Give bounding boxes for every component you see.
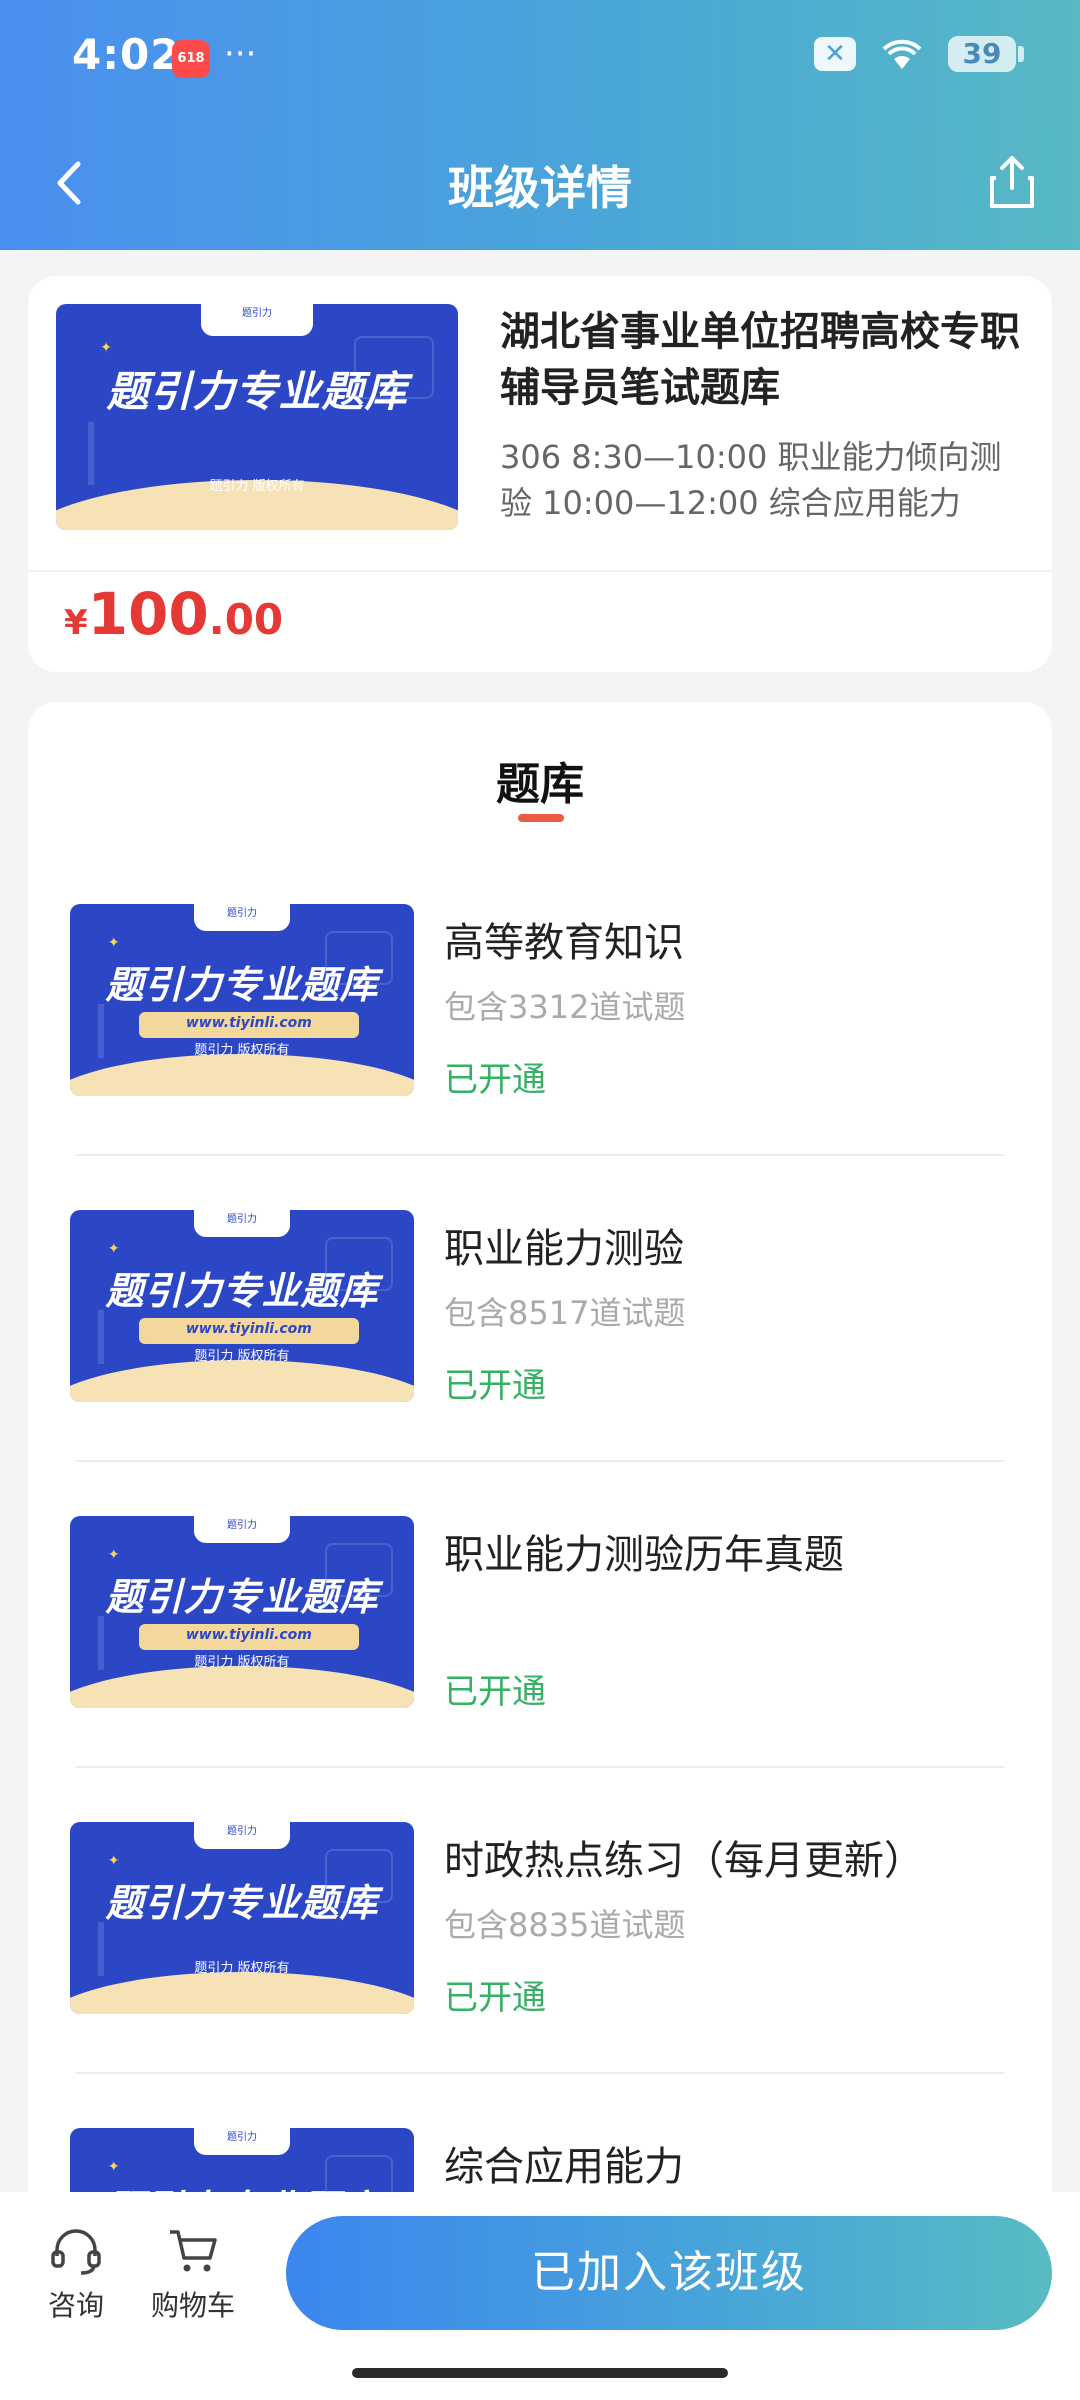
consult-label: 咨询 — [47, 2289, 104, 2322]
bank-thumbnail: 题引力 ✦ 题引力专业题库 www.tiyinli.com 题引力 版权所有 — [70, 1210, 414, 1402]
page-title: 班级详情 — [448, 161, 632, 215]
thumb-banner: 题引力专业题库 — [105, 962, 379, 1007]
header: 4:02 618 ··· ✕ 39 班级详情 — [0, 0, 1080, 250]
tab-question-bank[interactable]: 题库 — [28, 748, 1052, 812]
consult-button[interactable]: 咨询 — [40, 2226, 112, 2324]
list-item[interactable]: 题引力 ✦ 题引力专业题库 www.tiyinli.com 题引力 版权所有 职… — [28, 1210, 1052, 1516]
list-item[interactable]: 题引力 ✦ 题引力专业题库 www.tiyinli.com 题引力 版权所有 职… — [28, 1516, 1052, 1822]
status-icons: ✕ 39 — [814, 36, 1024, 72]
navbar: 班级详情 — [0, 120, 1080, 250]
question-bank-section: 题库 题引力 ✦ 题引力专业题库 www.tiyinli.com 题引力 版权所… — [28, 702, 1052, 2222]
bank-item-name: 职业能力测验 — [444, 1226, 684, 1272]
divider — [28, 570, 1052, 572]
cart-button[interactable]: 购物车 — [148, 2226, 238, 2324]
bank-item-count: 包含8517道试题 — [444, 1294, 686, 1332]
thumb-copyright: 题引力 版权所有 — [194, 1960, 290, 1976]
thumb-banner: 题引力专业题库 — [105, 1880, 379, 1925]
shopping-cart-icon — [170, 2230, 217, 2272]
thumb-banner: 题引力专业题库 — [106, 367, 408, 417]
price-decimal: .00 — [208, 595, 284, 644]
share-icon — [990, 156, 1034, 208]
thumb-banner: 题引力专业题库 — [105, 1268, 379, 1313]
thumb-copyright: 题引力 版权所有 — [194, 1348, 290, 1364]
price-integer: 100 — [87, 580, 209, 648]
course-price: ¥100.00 — [64, 580, 283, 648]
star-icon: ✦ — [107, 1546, 120, 1563]
bank-thumbnail: 题引力 ✦ 题引力专业题库 www.tiyinli.com 题引力 版权所有 — [70, 904, 414, 1096]
bank-thumbnail: 题引力 ✦ 题引力专业题库 www.tiyinli.com 题引力 版权所有 — [70, 1516, 414, 1708]
headset-icon — [51, 2229, 101, 2275]
course-card: 题引力 ✦ 题引力专业题库 题引力 版权所有 湖北省事业单位招聘高校专职辅导员笔… — [28, 276, 1052, 672]
battery-icon: 39 — [948, 36, 1024, 72]
divider — [76, 1154, 1004, 1156]
thumb-brand-tab: 题引力 — [200, 304, 314, 336]
star-icon: ✦ — [107, 934, 120, 951]
list-item[interactable]: 题引力 ✦ 题引力专业题库 题引力 版权所有 时政热点练习（每月更新） 包含88… — [28, 1822, 1052, 2128]
thumb-copyright: 题引力 版权所有 — [209, 478, 305, 494]
bank-item-count: 包含3312道试题 — [444, 988, 686, 1026]
price-currency: ¥ — [64, 603, 88, 643]
thumb-url: www.tiyinli.com — [138, 1317, 359, 1345]
bank-item-status: 已开通 — [444, 1366, 546, 1406]
thumb-brand-tab: 题引力 — [193, 1822, 291, 1849]
tab-underline — [518, 814, 564, 822]
app-badge-icon: 618 — [172, 40, 210, 78]
home-indicator[interactable] — [352, 2368, 728, 2378]
bank-item-status: 已开通 — [444, 1978, 546, 2018]
bank-item-name: 综合应用能力 — [444, 2144, 684, 2190]
divider — [76, 1766, 1004, 1768]
star-icon: ✦ — [107, 1852, 120, 1869]
thumb-copyright: 题引力 版权所有 — [194, 1042, 290, 1058]
close-notification-icon: ✕ — [814, 37, 856, 71]
thumb-brand-tab: 题引力 — [193, 2128, 291, 2155]
share-button[interactable] — [984, 152, 1040, 212]
bank-thumbnail: 题引力 ✦ 题引力专业题库 题引力 版权所有 — [70, 1822, 414, 2014]
course-thumbnail: 题引力 ✦ 题引力专业题库 题引力 版权所有 — [56, 304, 458, 530]
thumb-brand-tab: 题引力 — [193, 1210, 291, 1237]
divider — [76, 2072, 1004, 2074]
bank-item-name: 时政热点练习（每月更新） — [444, 1838, 924, 1884]
bank-item-count: 包含8835道试题 — [444, 1906, 686, 1944]
bank-item-status: 已开通 — [444, 1060, 546, 1100]
more-notifications-icon: ··· — [224, 34, 257, 74]
cart-label: 购物车 — [150, 2289, 235, 2322]
status-time: 4:02 — [72, 30, 181, 79]
thumb-url: www.tiyinli.com — [138, 1011, 359, 1039]
wifi-icon — [878, 37, 926, 71]
thumb-copyright: 题引力 版权所有 — [194, 1654, 290, 1670]
bank-item-name: 高等教育知识 — [444, 920, 684, 966]
joined-class-button[interactable]: 已加入该班级 — [286, 2216, 1052, 2330]
course-title: 湖北省事业单位招聘高校专职辅导员笔试题库 — [500, 309, 1020, 411]
star-icon: ✦ — [107, 1240, 120, 1257]
list-item[interactable]: 题引力 ✦ 题引力专业题库 www.tiyinli.com 题引力 版权所有 高… — [28, 904, 1052, 1210]
course-description: 306 8:30—10:00 职业能力倾向测验 10:00—12:00 综合应用… — [500, 438, 1002, 522]
thumb-brand-tab: 题引力 — [193, 904, 291, 931]
bank-item-name: 职业能力测验历年真题 — [444, 1532, 844, 1578]
star-icon: ✦ — [107, 2158, 120, 2175]
thumb-url: www.tiyinli.com — [138, 1623, 359, 1651]
bank-item-status: 已开通 — [444, 1672, 546, 1712]
divider — [76, 1460, 1004, 1462]
thumb-brand-tab: 题引力 — [193, 1516, 291, 1543]
thumb-banner: 题引力专业题库 — [105, 1574, 379, 1619]
star-icon: ✦ — [100, 340, 112, 357]
page: 4:02 618 ··· ✕ 39 班级详情 题引力 ✦ 题引力专业题库 题引力… — [0, 0, 1080, 2400]
status-bar: 4:02 618 ··· ✕ 39 — [0, 0, 1080, 120]
